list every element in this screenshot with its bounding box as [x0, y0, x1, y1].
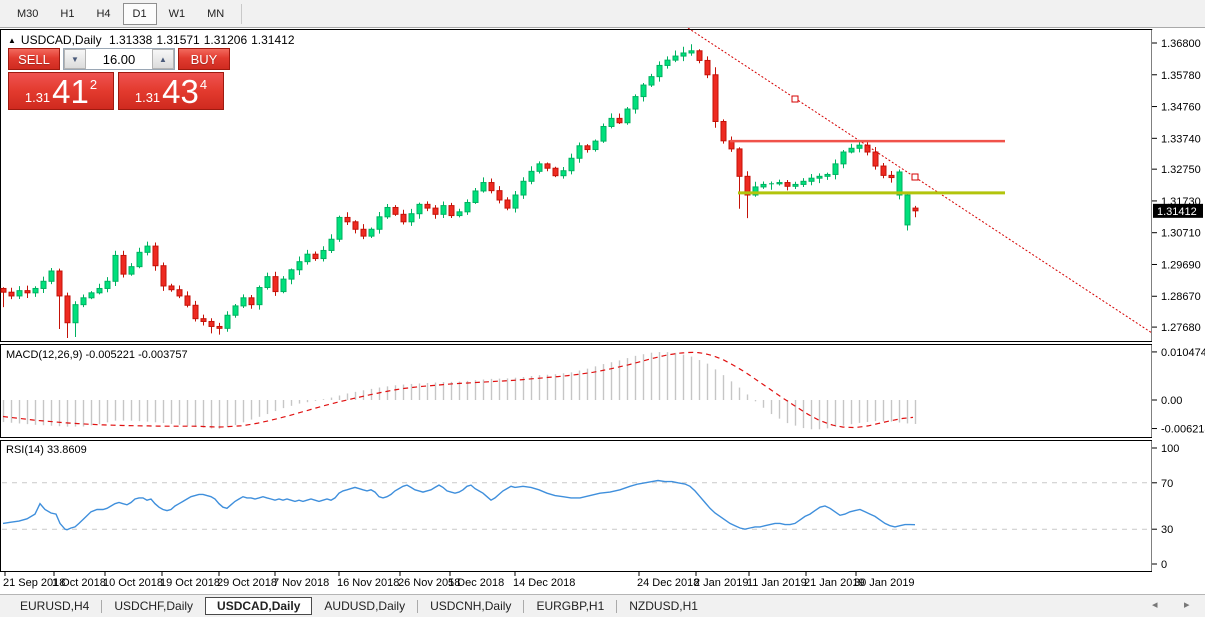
- macd-indicator-title: MACD(12,26,9) -0.005221 -0.003757: [6, 349, 188, 361]
- toolbar-separator: [241, 4, 242, 24]
- ohlc-high: 1.31571: [156, 33, 199, 47]
- volume-decrease-button[interactable]: ▼: [64, 49, 86, 69]
- sell-price-big: 41: [52, 78, 89, 106]
- price-axis-label: 1.32750: [1161, 164, 1201, 176]
- timeframe-tab-M30[interactable]: M30: [7, 3, 48, 25]
- rsi-axis-label: 100: [1161, 443, 1179, 455]
- date-axis-label: 7 Nov 2018: [273, 577, 329, 589]
- sell-price-sup: 2: [90, 78, 97, 91]
- chart-tab-EURGBP-H1[interactable]: EURGBP,H1: [524, 597, 616, 615]
- chart-title-line: ▲ USDCAD,Daily 1.31338 1.31571 1.31206 1.314…: [8, 33, 299, 47]
- date-axis-label: 11 Jan 2019: [747, 577, 807, 589]
- ohlc-low: 1.31206: [204, 33, 247, 47]
- ohlc-close: 1.31412: [251, 33, 294, 47]
- volume-input[interactable]: [86, 49, 152, 69]
- trendline-handle[interactable]: [792, 96, 798, 102]
- date-axis-label: 10 Oct 2018: [103, 577, 163, 589]
- chart-tab-USDCAD-Daily[interactable]: USDCAD,Daily: [205, 597, 312, 615]
- price-axis-label: 1.34760: [1161, 102, 1201, 114]
- date-axis-label: 24 Dec 2018: [637, 577, 699, 589]
- buy-price-sup: 4: [200, 78, 207, 91]
- timeframe-tab-D1[interactable]: D1: [123, 3, 157, 25]
- price-axis-label: 1.29690: [1161, 259, 1201, 271]
- price-axis-label: 1.28670: [1161, 291, 1201, 303]
- timeframe-bar: M30H1H4D1W1MN: [0, 0, 1205, 28]
- price-axis-label: 1.27680: [1161, 322, 1201, 334]
- buy-button[interactable]: BUY: [178, 48, 230, 70]
- price-axis-label: 1.30710: [1161, 228, 1201, 240]
- price-axis-label: 1.35780: [1161, 70, 1201, 82]
- rsi-axis-label: 70: [1161, 478, 1173, 490]
- timeframe-tab-W1[interactable]: W1: [159, 3, 196, 25]
- trendline-handle[interactable]: [912, 174, 918, 180]
- date-axis-label: 29 Oct 2018: [217, 577, 277, 589]
- tab-scroll-left-icon[interactable]: ◂: [1152, 598, 1158, 611]
- rsi-indicator-title: RSI(14) 33.8609: [6, 444, 87, 456]
- chart-tab-NZDUSD-H1[interactable]: NZDUSD,H1: [617, 597, 710, 615]
- chart-tab-USDCNH-Daily[interactable]: USDCNH,Daily: [418, 597, 523, 615]
- macd-axis-label: -0.006218: [1161, 424, 1205, 436]
- sell-price-prefix: 1.31: [25, 91, 50, 104]
- volume-increase-button[interactable]: ▲: [152, 49, 174, 69]
- ohlc-open: 1.31338: [109, 33, 152, 47]
- chart-tab-bar: EURUSD,H4USDCHF,DailyUSDCAD,DailyAUDUSD,…: [0, 594, 1205, 617]
- rsi-axis-label: 30: [1161, 524, 1173, 536]
- chart-tab-USDCHF-Daily[interactable]: USDCHF,Daily: [102, 597, 205, 615]
- sell-quote-panel[interactable]: 1.31 41 2: [8, 72, 114, 110]
- date-axis-label: 1 Oct 2018: [52, 577, 106, 589]
- price-axis-label: 1.33740: [1161, 133, 1201, 145]
- buy-price-prefix: 1.31: [135, 91, 160, 104]
- one-click-trade-widget: SELL ▼ ▲ BUY 1.31 41 2 1.31 43 4: [8, 48, 230, 110]
- chart-tab-EURUSD-H4[interactable]: EURUSD,H4: [8, 597, 101, 615]
- sell-button[interactable]: SELL: [8, 48, 60, 70]
- date-axis-label: 30 Jan 2019: [854, 577, 915, 589]
- rsi-axis-label: 0: [1161, 559, 1167, 571]
- chart-tab-AUDUSD-Daily[interactable]: AUDUSD,Daily: [312, 597, 417, 615]
- trading-platform-window: 1.36800 1.35780 1.34760 1.33740 1.32750 1.31 7…: [0, 0, 1205, 617]
- macd-axis-label: 0.00: [1161, 395, 1182, 407]
- date-axis-label: 16 Nov 2018: [337, 577, 399, 589]
- timeframe-tab-H1[interactable]: H1: [50, 3, 84, 25]
- collapse-arrow-icon[interactable]: ▲: [8, 36, 16, 45]
- date-axis-label: 19 Oct 2018: [160, 577, 220, 589]
- symbol-period-label: USDCAD,Daily: [21, 33, 102, 47]
- date-axis-label: 2 Jan 2019: [694, 577, 748, 589]
- timeframe-tab-MN[interactable]: MN: [197, 3, 234, 25]
- macd-axis-label: 0.010474: [1161, 347, 1205, 359]
- volume-stepper: ▼ ▲: [63, 48, 175, 70]
- tab-scroll-right-icon[interactable]: ▸: [1184, 598, 1190, 611]
- price-axis-label: 1.36800: [1161, 38, 1201, 50]
- buy-quote-panel[interactable]: 1.31 43 4: [118, 72, 224, 110]
- timeframe-tab-H4[interactable]: H4: [86, 3, 120, 25]
- current-price-tag-text: 1.31412: [1157, 206, 1197, 218]
- date-axis-label: 5 Dec 2018: [448, 577, 504, 589]
- buy-price-big: 43: [162, 78, 199, 106]
- date-axis-label: 14 Dec 2018: [513, 577, 575, 589]
